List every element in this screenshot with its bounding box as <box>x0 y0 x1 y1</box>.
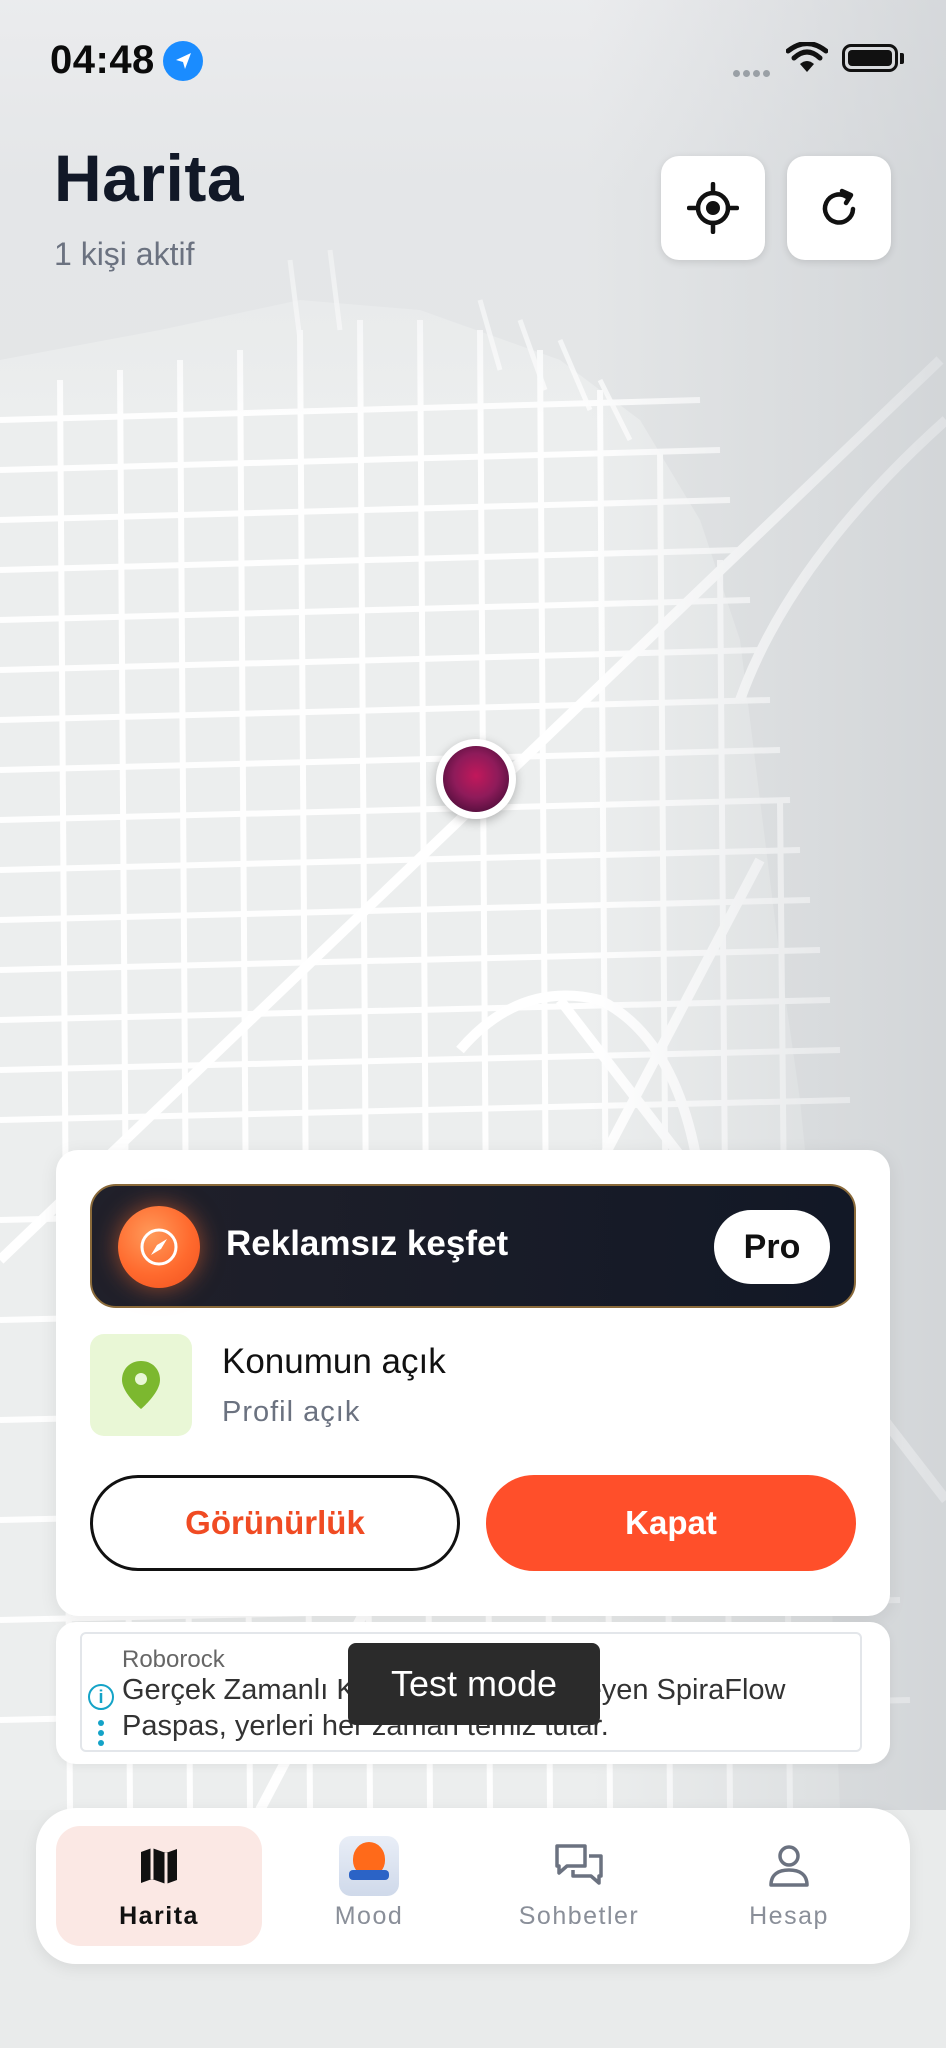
active-count: 1 kişi aktif <box>54 236 195 272</box>
test-mode-toast: Test mode <box>348 1643 600 1725</box>
page-title: Harita <box>54 141 245 215</box>
user-avatar <box>443 746 509 812</box>
ad-options-icon[interactable] <box>98 1720 104 1750</box>
turn-off-button[interactable]: Kapat <box>486 1475 856 1571</box>
user-icon <box>769 1845 809 1887</box>
location-status-subtitle: Profil açık <box>222 1396 361 1428</box>
cellular-signal-icon <box>733 64 773 82</box>
status-bar: 04:48 <box>0 0 946 120</box>
map-icon <box>141 1848 177 1884</box>
pro-button[interactable]: Pro <box>714 1210 830 1284</box>
chat-bubbles-icon <box>555 1844 603 1885</box>
tab-label: Harita <box>119 1902 199 1930</box>
compass-icon <box>118 1206 200 1288</box>
tab-harita[interactable]: Harita <box>56 1826 262 1946</box>
mood-app-icon <box>339 1836 399 1896</box>
location-card: Reklamsız keşfet Pro Konumun açık Profil… <box>56 1150 890 1616</box>
tab-label: Hesap <box>749 1902 829 1930</box>
user-location-pin[interactable] <box>436 739 516 819</box>
tab-hesap[interactable]: Hesap <box>686 1826 892 1946</box>
battery-tip <box>900 53 904 64</box>
location-status-icon-box <box>90 1334 192 1436</box>
battery-icon <box>842 44 898 72</box>
tab-label: Sohbetler <box>518 1902 640 1930</box>
promo-label: Reklamsız keşfet <box>226 1224 509 1263</box>
refresh-button[interactable] <box>787 156 891 260</box>
location-status-title: Konumun açık <box>222 1342 446 1381</box>
wifi-icon <box>786 42 828 72</box>
location-pin-icon <box>122 1361 160 1409</box>
tab-label: Mood <box>334 1902 404 1930</box>
crosshair-icon <box>687 182 739 234</box>
tab-mood[interactable]: Mood <box>266 1826 472 1946</box>
ad-info-icon[interactable]: i <box>88 1684 114 1710</box>
pro-promo-banner[interactable]: Reklamsız keşfet Pro <box>90 1184 856 1308</box>
refresh-icon <box>822 188 856 225</box>
bottom-tab-bar: Harita Mood Sohbetler Hesap <box>36 1808 910 1964</box>
visibility-button[interactable]: Görünürlük <box>90 1475 460 1571</box>
ad-advertiser: Roborock <box>122 1646 225 1673</box>
location-services-icon <box>163 41 203 81</box>
status-time: 04:48 <box>50 38 155 82</box>
locate-me-button[interactable] <box>661 156 765 260</box>
tab-sohbetler[interactable]: Sohbetler <box>476 1826 682 1946</box>
